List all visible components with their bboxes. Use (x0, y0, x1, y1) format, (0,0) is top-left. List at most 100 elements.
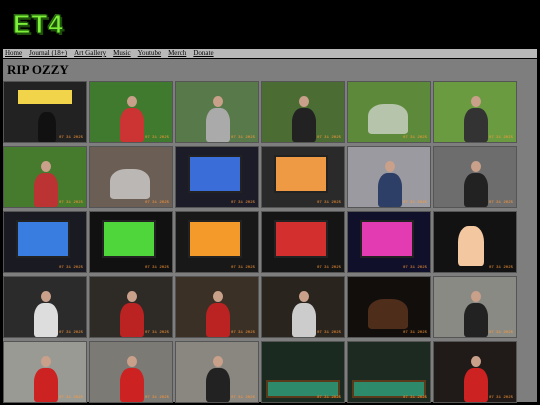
person-figure (464, 368, 488, 402)
slot-machine-screen (188, 220, 242, 258)
date-stamp: 07 31 2025 (316, 201, 341, 205)
photo-thumbnail[interactable]: 07 31 2025 (347, 211, 431, 273)
person-figure (464, 108, 488, 142)
photo-thumbnail[interactable]: 07 31 2025 (261, 81, 345, 143)
slot-machine-screen (16, 220, 70, 258)
date-stamp: 07 31 2025 (316, 136, 341, 140)
date-stamp: 07 31 2025 (316, 396, 341, 400)
photo-thumbnail[interactable]: 07 31 2025 (433, 81, 517, 143)
person-figure (34, 303, 58, 337)
photo-thumbnail[interactable]: 07 31 2025 (3, 341, 87, 403)
date-stamp: 07 31 2025 (230, 136, 255, 140)
photo-thumbnail[interactable]: 07 31 2025 (175, 81, 259, 143)
slot-machine-screen (274, 220, 328, 258)
photo-thumbnail[interactable]: 07 31 2025 (3, 276, 87, 338)
date-stamp: 07 31 2025 (58, 136, 83, 140)
person-figure (120, 108, 144, 142)
date-stamp: 07 31 2025 (316, 266, 341, 270)
photo-thumbnail[interactable]: 07 31 2025 (347, 81, 431, 143)
date-stamp: 07 31 2025 (58, 266, 83, 270)
person-head (127, 356, 137, 367)
photo-thumbnail[interactable]: 07 31 2025 (89, 146, 173, 208)
date-stamp: 07 31 2025 (144, 396, 169, 400)
date-stamp: 07 31 2025 (230, 266, 255, 270)
nav-journal-link[interactable]: Journal (18+) (29, 49, 67, 58)
date-stamp: 07 31 2025 (488, 136, 513, 140)
person-figure (378, 173, 402, 207)
person-figure (38, 112, 56, 142)
slot-machine-screen (102, 220, 156, 258)
photo-thumbnail[interactable]: 07 31 2025 (89, 211, 173, 273)
nav-art-gallery-link[interactable]: Art Gallery (74, 49, 106, 58)
site-logo[interactable]: ET4 (13, 9, 64, 40)
photo-thumbnail[interactable]: 07 31 2025 (89, 81, 173, 143)
photo-thumbnail[interactable]: 07 31 2025 (347, 341, 431, 403)
date-stamp: 07 31 2025 (144, 201, 169, 205)
nav-donate-link[interactable]: Donate (193, 49, 213, 58)
photo-thumbnail[interactable]: 07 31 2025 (433, 276, 517, 338)
date-stamp: 07 31 2025 (230, 331, 255, 335)
date-stamp: 07 31 2025 (488, 396, 513, 400)
person-head (127, 96, 137, 107)
photo-thumbnail[interactable]: 07 31 2025 (261, 211, 345, 273)
photo-thumbnail[interactable]: 07 31 2025 (3, 146, 87, 208)
nav-music-link[interactable]: Music (113, 49, 131, 58)
nav-home-link[interactable]: Home (5, 49, 22, 58)
photo-thumbnail[interactable]: 07 31 2025 (3, 81, 87, 143)
person-figure (292, 108, 316, 142)
photo-thumbnail[interactable]: 07 31 2025 (433, 341, 517, 403)
photo-thumbnail[interactable]: 07 31 2025 (3, 211, 87, 273)
scene-object (368, 299, 408, 329)
photo-thumbnail[interactable]: 07 31 2025 (261, 146, 345, 208)
person-figure (464, 303, 488, 337)
nav-youtube-link[interactable]: Youtube (138, 49, 161, 58)
photo-thumbnail[interactable]: 07 31 2025 (175, 146, 259, 208)
photo-thumbnail[interactable]: 07 31 2025 (433, 146, 517, 208)
date-stamp: 07 31 2025 (144, 136, 169, 140)
date-stamp: 07 31 2025 (402, 266, 427, 270)
photo-thumbnail[interactable]: 07 31 2025 (347, 276, 431, 338)
hand-shape (458, 226, 484, 266)
nav-bar: Home Journal (18+) Art Gallery Music You… (3, 49, 537, 58)
date-stamp: 07 31 2025 (316, 331, 341, 335)
date-stamp: 07 31 2025 (144, 266, 169, 270)
date-stamp: 07 31 2025 (58, 201, 83, 205)
photo-thumbnail[interactable]: 07 31 2025 (433, 211, 517, 273)
date-stamp: 07 31 2025 (230, 396, 255, 400)
person-head (385, 161, 395, 172)
photo-thumbnail[interactable]: 07 31 2025 (261, 276, 345, 338)
person-head (299, 96, 309, 107)
date-stamp: 07 31 2025 (144, 331, 169, 335)
person-head (41, 161, 51, 172)
person-head (213, 356, 223, 367)
date-stamp: 07 31 2025 (58, 331, 83, 335)
person-figure (206, 108, 230, 142)
photo-thumbnail[interactable]: 07 31 2025 (89, 341, 173, 403)
person-figure (120, 303, 144, 337)
photo-thumbnail[interactable]: 07 31 2025 (175, 211, 259, 273)
person-figure (206, 368, 230, 402)
photo-thumbnail[interactable]: 07 31 2025 (175, 276, 259, 338)
person-head (213, 291, 223, 302)
slot-machine-screen (274, 155, 328, 193)
date-stamp: 07 31 2025 (488, 201, 513, 205)
person-figure (206, 303, 230, 337)
date-stamp: 07 31 2025 (488, 331, 513, 335)
photo-thumbnail[interactable]: 07 31 2025 (347, 146, 431, 208)
person-figure (34, 368, 58, 402)
date-stamp: 07 31 2025 (488, 266, 513, 270)
person-head (127, 291, 137, 302)
person-head (471, 96, 481, 107)
person-head (471, 356, 481, 367)
scene-object (368, 104, 408, 134)
date-stamp: 07 31 2025 (402, 331, 427, 335)
photo-thumbnail[interactable]: 07 31 2025 (89, 276, 173, 338)
photo-thumbnail[interactable]: 07 31 2025 (175, 341, 259, 403)
photo-thumbnail[interactable]: 07 31 2025 (261, 341, 345, 403)
person-figure (292, 303, 316, 337)
nav-merch-link[interactable]: Merch (168, 49, 186, 58)
person-head (41, 291, 51, 302)
person-figure (120, 368, 144, 402)
scene-object (110, 169, 150, 199)
date-stamp: 07 31 2025 (402, 396, 427, 400)
